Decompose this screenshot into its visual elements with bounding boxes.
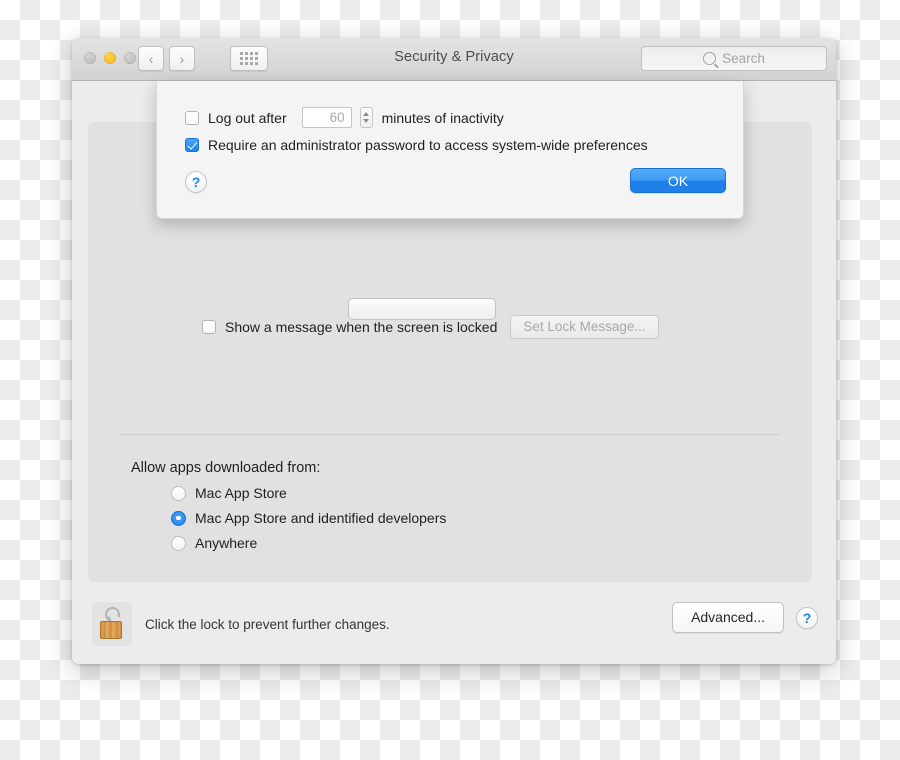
lock-message-row: Show a message when the screen is locked… [202,315,659,339]
log-out-minutes-input[interactable]: 60 [301,107,352,128]
padlock-open-icon[interactable] [92,602,132,646]
log-out-after-label: Log out after [208,109,287,126]
ok-button[interactable]: OK [630,168,726,193]
footer-buttons: Advanced... ? [672,602,818,633]
gatekeeper-option-identified-developers[interactable]: Mac App Store and identified developers [171,510,446,526]
sheet-help-button[interactable]: ? [185,171,207,193]
preferences-window: ‹ › Security & Privacy Search Show a mes… [72,38,836,664]
show-lock-message-checkbox[interactable] [202,320,216,334]
log-out-after-checkbox[interactable] [185,110,199,125]
lock-status-text: Click the lock to prevent further change… [145,616,390,632]
window-toolbar: ‹ › Security & Privacy Search [72,38,836,81]
log-out-after-suffix-label: minutes of inactivity [381,109,504,126]
gatekeeper-option-anywhere[interactable]: Anywhere [171,535,446,551]
require-password-row: Require an administrator password to acc… [185,137,648,153]
require-password-label: Require an administrator password to acc… [208,137,648,153]
gatekeeper-title: Allow apps downloaded from: [131,460,321,476]
padlock-body [100,621,122,639]
option-label: Anywhere [195,535,258,551]
gatekeeper-section: Allow apps downloaded from: Mac App Stor… [131,460,446,551]
stepper-down-icon[interactable] [363,119,370,123]
lock-area: Click the lock to prevent further change… [92,602,390,646]
search-placeholder: Search [722,51,765,66]
search-input[interactable]: Search [641,46,827,71]
help-button[interactable]: ? [796,606,818,629]
require-password-checkbox[interactable] [185,138,199,152]
show-lock-message-label: Show a message when the screen is locked [225,319,498,335]
section-divider [120,434,780,435]
log-out-after-row: Log out after 60 minutes of inactivity [185,107,504,128]
gatekeeper-option-mac-app-store[interactable]: Mac App Store [171,485,446,501]
radio-button[interactable] [171,485,186,501]
log-out-minutes-stepper[interactable] [359,107,373,128]
stepper-up-icon[interactable] [363,112,370,116]
option-label: Mac App Store [195,485,287,501]
advanced-button[interactable]: Advanced... [672,602,784,633]
search-icon [703,52,717,65]
set-lock-message-button[interactable]: Set Lock Message... [510,315,659,339]
option-label: Mac App Store and identified developers [195,510,447,526]
radio-button[interactable] [171,535,186,551]
radio-button-selected[interactable] [171,510,186,526]
advanced-options-sheet: Log out after 60 minutes of inactivity R… [156,81,744,219]
